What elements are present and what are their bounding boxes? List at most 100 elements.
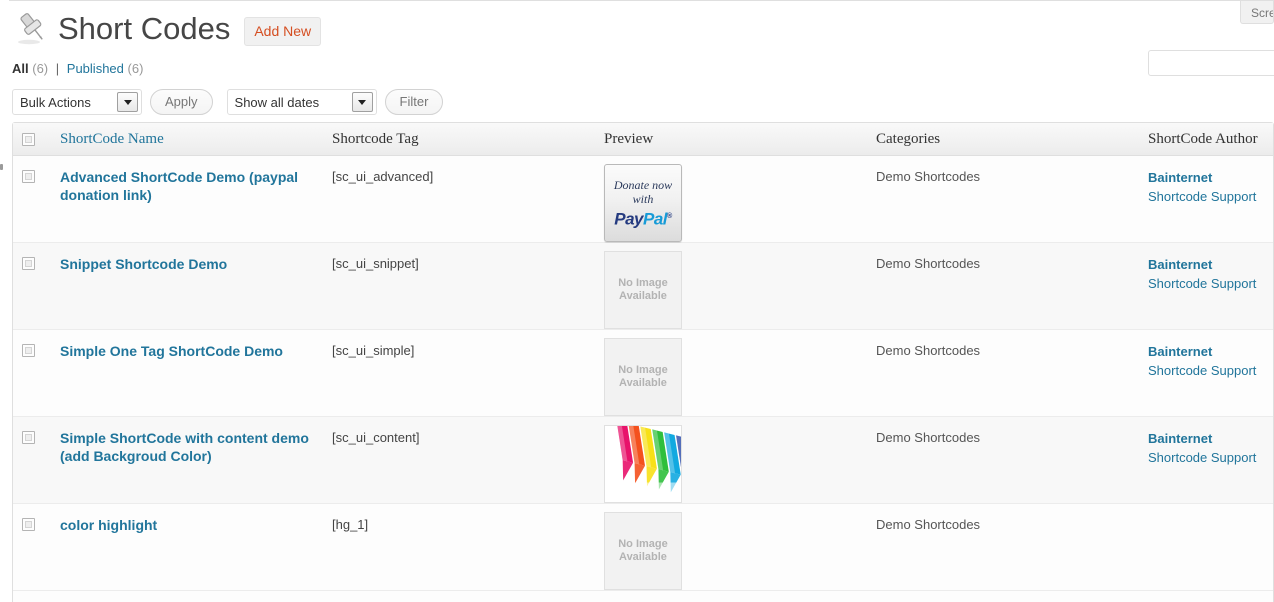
- category-name: Demo Shortcodes: [876, 256, 981, 271]
- column-label-preview: Preview: [604, 130, 654, 147]
- shortcode-tag: [sc_ui_advanced]: [332, 169, 434, 184]
- paypal-donate-button[interactable]: Donate now with PayPal®: [604, 164, 682, 242]
- no-image-placeholder: No Image Available: [604, 512, 682, 590]
- row-categories-cell: Demo Shortcodes: [866, 330, 1138, 417]
- category-name: Demo Shortcodes: [876, 517, 981, 532]
- author-support-link[interactable]: Shortcode Support: [1148, 361, 1273, 380]
- status-count-published: (6): [127, 61, 144, 76]
- no-image-text: No Image Available: [618, 364, 668, 389]
- row-checkbox-cell[interactable]: [13, 417, 50, 504]
- screen-options-label: Scre: [1251, 6, 1274, 20]
- row-name-cell: Simple ShortCode with content demo (add …: [50, 417, 322, 504]
- row-author-cell: Bainternet Shortcode Support: [1138, 156, 1273, 243]
- column-header-tag: Shortcode Tag: [322, 123, 594, 156]
- row-tag-cell: [sc_ui_simple]: [322, 330, 594, 417]
- column-label-name: ShortCode Name: [60, 130, 164, 147]
- row-author-cell: Bainternet Shortcode Support: [1138, 330, 1273, 417]
- preview-wrapper: Donate now with PayPal®: [604, 164, 866, 242]
- add-new-button[interactable]: Add New: [244, 16, 322, 46]
- chevron-down-icon: [351, 92, 373, 112]
- row-preview-cell: Donate now with PayPal®: [594, 156, 866, 243]
- author-name-link[interactable]: Bainternet: [1148, 168, 1273, 187]
- bulk-actions-select[interactable]: Bulk Actions: [12, 89, 142, 115]
- author-support-link[interactable]: Shortcode Support: [1148, 187, 1273, 206]
- row-checkbox-cell[interactable]: [13, 330, 50, 417]
- shortcodes-table: ShortCode Name Shortcode Tag Preview Cat…: [12, 122, 1274, 602]
- table-navigation-top: Bulk Actions Apply Show all dates Filter: [12, 88, 444, 116]
- no-image-placeholder: No Image Available: [604, 338, 682, 416]
- row-name-cell: [50, 591, 322, 602]
- status-link-published[interactable]: Published: [67, 61, 124, 76]
- author-support-link[interactable]: Shortcode Support: [1148, 274, 1273, 293]
- row-checkbox-cell[interactable]: [13, 156, 50, 243]
- column-header-checkbox[interactable]: [13, 123, 50, 156]
- author-name-link[interactable]: Bainternet: [1148, 429, 1273, 448]
- row-checkbox-cell[interactable]: [13, 591, 50, 602]
- date-filter-select[interactable]: Show all dates: [226, 89, 377, 115]
- preview-wrapper: No Image Available: [604, 512, 866, 590]
- column-label-author: ShortCode Author: [1148, 130, 1258, 147]
- row-author-cell: [1138, 591, 1273, 602]
- shortcode-tag: [sc_ui_snippet]: [332, 256, 419, 271]
- row-tag-cell: [sc_ui_content]: [322, 417, 594, 504]
- row-checkbox[interactable]: [22, 518, 35, 531]
- paypal-line-2: with: [632, 191, 654, 206]
- column-header-name[interactable]: ShortCode Name: [50, 123, 322, 156]
- category-name: Demo Shortcodes: [876, 343, 981, 358]
- shortcode-tag: [sc_ui_simple]: [332, 343, 415, 358]
- row-tag-cell: [322, 591, 594, 602]
- apply-button[interactable]: Apply: [150, 89, 213, 115]
- row-checkbox[interactable]: [22, 170, 35, 183]
- shortcode-name-link[interactable]: color highlight: [60, 516, 157, 534]
- shortcode-name-link[interactable]: Advanced ShortCode Demo (paypal donation…: [60, 168, 322, 204]
- column-header-categories: Categories: [866, 123, 1138, 156]
- author-support-link[interactable]: Shortcode Support: [1148, 448, 1273, 467]
- row-checkbox[interactable]: [22, 344, 35, 357]
- author-name-link[interactable]: Bainternet: [1148, 342, 1273, 361]
- screen-options-tab[interactable]: Scre: [1240, 1, 1274, 24]
- preview-wrapper: No Image Available: [604, 338, 866, 416]
- preview-wrapper: No Image Available: [604, 251, 866, 329]
- row-author-cell: [1138, 504, 1273, 591]
- row-checkbox-cell[interactable]: [13, 504, 50, 591]
- table-header: ShortCode Name Shortcode Tag Preview Cat…: [13, 123, 1273, 156]
- row-checkbox[interactable]: [22, 431, 35, 444]
- row-categories-cell: Demo Shortcodes: [866, 417, 1138, 504]
- table-row: color highlight [hg_1] No Image Available De…: [13, 504, 1273, 591]
- column-header-preview: Preview: [594, 123, 866, 156]
- bulk-actions-value: Bulk Actions: [20, 94, 91, 110]
- row-checkbox-cell[interactable]: [13, 243, 50, 330]
- shortcode-name-link[interactable]: Simple ShortCode with content demo (add …: [60, 429, 322, 465]
- row-categories-cell: Demo Shortcodes: [866, 504, 1138, 591]
- shortcode-name-link[interactable]: Snippet Shortcode Demo: [60, 255, 227, 273]
- author-name-link[interactable]: Bainternet: [1148, 255, 1273, 274]
- row-name-cell: Snippet Shortcode Demo: [50, 243, 322, 330]
- row-author-cell: Bainternet Shortcode Support: [1138, 243, 1273, 330]
- row-tag-cell: [sc_ui_advanced]: [322, 156, 594, 243]
- row-preview-cell: [594, 591, 866, 602]
- no-image-placeholder: No Image Available: [604, 251, 682, 329]
- row-name-cell: Advanced ShortCode Demo (paypal donation…: [50, 156, 322, 243]
- row-checkbox[interactable]: [22, 257, 35, 270]
- wp-admin-screen: Scre Short Codes Add New All (6) | Publi…: [0, 0, 1274, 602]
- select-all-checkbox[interactable]: [22, 132, 35, 146]
- table-row-partial: [13, 591, 1273, 602]
- category-name: Demo Shortcodes: [876, 169, 981, 184]
- crayons-image: [604, 425, 682, 503]
- date-filter-value: Show all dates: [234, 94, 320, 110]
- search-input[interactable]: [1148, 50, 1274, 76]
- column-label-tag: Shortcode Tag: [332, 130, 419, 147]
- filter-button[interactable]: Filter: [384, 89, 444, 115]
- status-count-all: (6): [32, 61, 49, 76]
- row-categories-cell: Demo Shortcodes: [866, 156, 1138, 243]
- table-header-row: ShortCode Name Shortcode Tag Preview Cat…: [13, 123, 1273, 156]
- table-row: Snippet Shortcode Demo [sc_ui_snippet] No …: [13, 243, 1273, 330]
- row-tag-cell: [sc_ui_snippet]: [322, 243, 594, 330]
- status-link-all[interactable]: All: [12, 61, 29, 76]
- top-divider: [9, 0, 1274, 1]
- row-name-cell: Simple One Tag ShortCode Demo: [50, 330, 322, 417]
- column-header-author: ShortCode Author: [1138, 123, 1273, 156]
- shortcode-name-link[interactable]: Simple One Tag ShortCode Demo: [60, 342, 283, 360]
- table-row: Simple ShortCode with content demo (add …: [13, 417, 1273, 504]
- admin-menu-edge: [0, 128, 5, 598]
